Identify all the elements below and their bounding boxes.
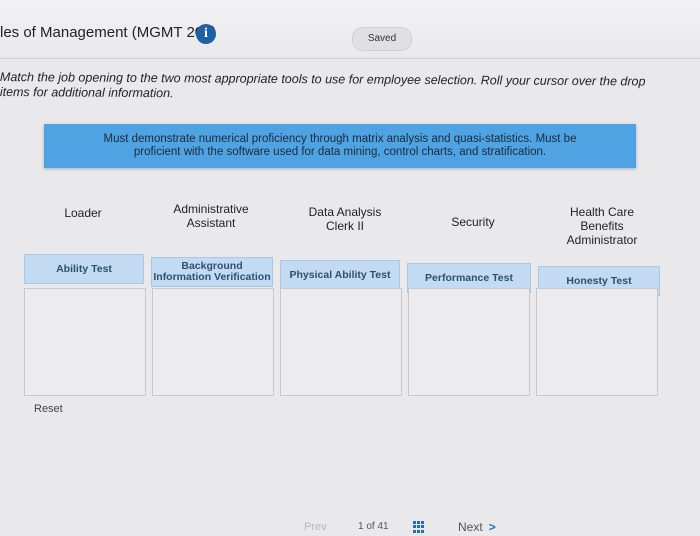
- job-label-data-analysis-clerk: Data Analysis Clerk II: [300, 205, 390, 233]
- tool-chip-background-information-verification[interactable]: Background Information Verification: [151, 257, 273, 287]
- prev-button[interactable]: Prev: [304, 521, 327, 533]
- tool-chip-physical-ability-test[interactable]: Physical Ability Test: [280, 260, 400, 290]
- tool-chip-label: Physical Ability Test: [289, 268, 391, 281]
- grid-icon[interactable]: [413, 521, 425, 533]
- next-label: Next: [458, 520, 483, 534]
- top-bar: les of Management (MGMT 201) i Saved: [0, 0, 700, 59]
- chevron-right-icon: >: [488, 520, 496, 534]
- info-icon[interactable]: i: [196, 24, 216, 44]
- page-indicator: 1 of 41: [358, 521, 389, 532]
- drop-zone-loader[interactable]: [24, 288, 146, 396]
- drop-zone-administrative-assistant[interactable]: [152, 288, 274, 396]
- drop-zone-data-analysis-clerk[interactable]: [280, 288, 402, 396]
- tool-chip-label: Background Information Verification: [153, 260, 271, 283]
- reset-button[interactable]: Reset: [34, 403, 63, 415]
- job-label-sub: Clerk II: [325, 219, 364, 233]
- saved-status-badge: Saved: [352, 27, 412, 51]
- job-label-administrative-assistant: Administrative Assistant: [173, 202, 249, 230]
- tool-chip-label: Honesty Test: [566, 274, 632, 287]
- course-title: les of Management (MGMT 201): [0, 24, 217, 41]
- job-label-loader: Loader: [64, 206, 102, 220]
- next-button[interactable]: Next >: [458, 520, 496, 534]
- tool-chip-ability-test[interactable]: Ability Test: [24, 254, 144, 284]
- tool-chip-label: Performance Test: [425, 271, 513, 284]
- tool-chip-label: Ability Test: [56, 262, 112, 275]
- job-label-security: Security: [451, 215, 495, 229]
- job-label-health-care-benefits-administrator: Health Care Benefits Administrator: [566, 205, 638, 247]
- instructions: Match the job opening to the two most ap…: [0, 70, 680, 105]
- job-label-main: Data Analysis: [308, 205, 382, 219]
- drop-zone-health-care-benefits-administrator[interactable]: [536, 288, 658, 396]
- hint-text: Must demonstrate numerical proficiency t…: [103, 133, 577, 158]
- hint-tooltip: Must demonstrate numerical proficiency t…: [44, 124, 636, 168]
- drop-zone-security[interactable]: [408, 288, 530, 396]
